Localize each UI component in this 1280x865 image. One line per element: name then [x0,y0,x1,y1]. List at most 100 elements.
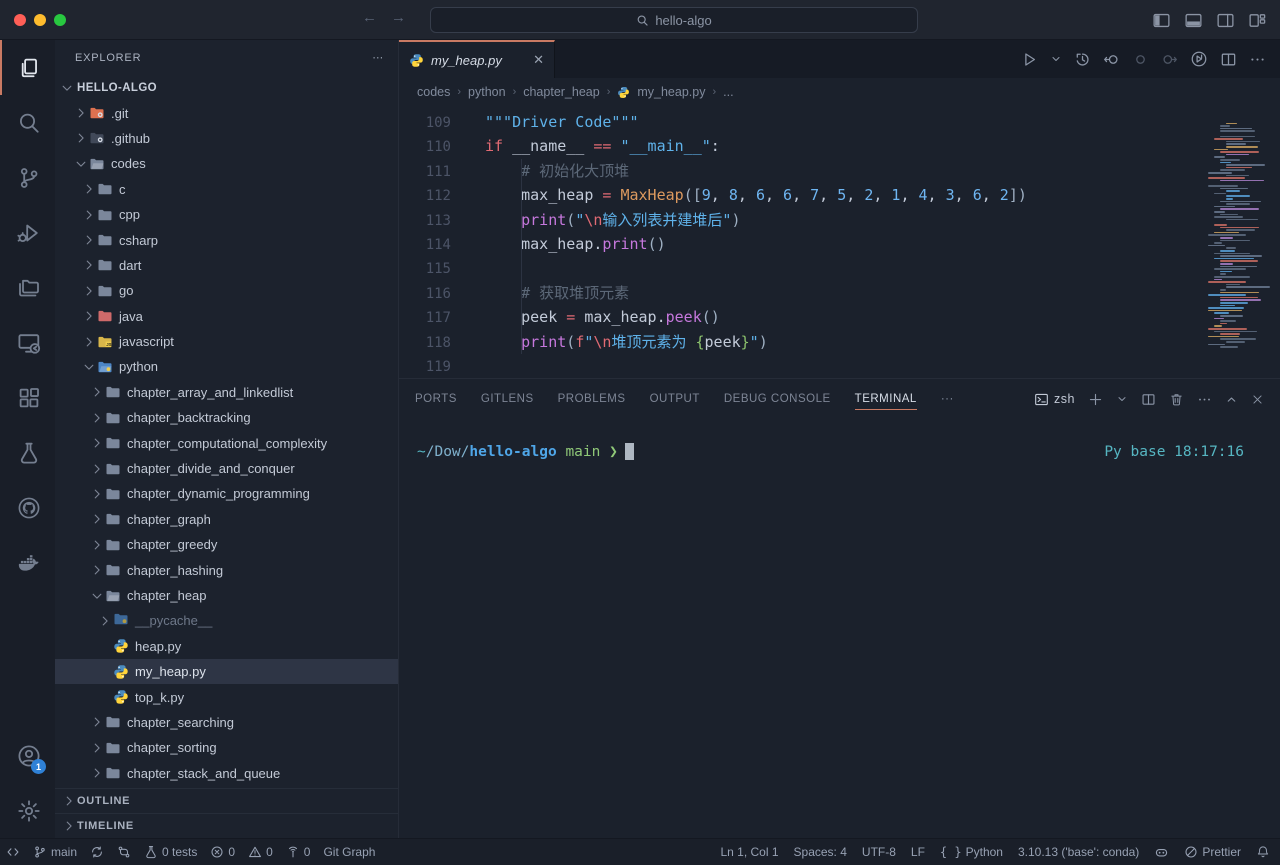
tree-item-c[interactable]: c [55,177,398,202]
tree-item-go[interactable]: go [55,278,398,303]
panel-more-tabs-icon[interactable]: ··· [941,393,954,405]
history-icon[interactable] [1074,51,1091,68]
explorer-more-actions-icon[interactable]: ⋯ [372,51,384,64]
status-remote-window-icon[interactable] [6,845,20,859]
tree-item-chapter-divide-and-conquer[interactable]: chapter_divide_and_conquer [55,456,398,481]
activity-github-icon[interactable] [0,480,55,535]
tree-item-heap-py[interactable]: heap.py [55,634,398,659]
panel-tab-terminal[interactable]: TERMINAL [855,389,917,410]
terminal-dropdown-icon[interactable] [1116,393,1128,405]
activity-testing-icon[interactable] [0,425,55,480]
nav-forward-arrow-icon[interactable]: → [391,9,406,26]
tree-item-dart[interactable]: dart [55,253,398,278]
tree-item-chapter-greedy[interactable]: chapter_greedy [55,532,398,557]
nav-circle-icon[interactable] [1132,51,1149,68]
activity-accounts-icon[interactable]: 1 [0,728,55,783]
run-button[interactable] [1021,51,1038,68]
tree-item-cpp[interactable]: cpp [55,202,398,227]
activity-search-icon[interactable] [0,95,55,150]
tree-item-chapter-array-and-linkedlist[interactable]: chapter_array_and_linkedlist [55,380,398,405]
sidebar-section-timeline[interactable]: TIMELINE [55,813,398,838]
status-python[interactable]: { }Python [940,845,1003,859]
tab-close-icon[interactable]: ✕ [533,52,544,68]
tree-item-javascript[interactable]: JSjavascript [55,329,398,354]
activity-extensions-icon[interactable] [0,370,55,425]
terminal-more-icon[interactable] [1197,392,1212,407]
breadcrumb-item[interactable]: codes [417,85,450,99]
close-window-button[interactable] [14,14,26,26]
activity-docker-icon[interactable] [0,535,55,590]
activity-project-manager-icon[interactable] [0,260,55,315]
activity-settings-gear-icon[interactable] [0,783,55,838]
status-lf[interactable]: LF [911,845,925,859]
breadcrumb-item[interactable]: chapter_heap [523,85,599,99]
tree-item-chapter-searching[interactable]: chapter_searching [55,710,398,735]
tree-item-chapter-graph[interactable]: chapter_graph [55,507,398,532]
tree-item--pycache-[interactable]: __pycache__ [55,608,398,633]
run-dropdown-icon[interactable] [1050,53,1062,65]
toggle-panel-icon[interactable] [1182,9,1204,31]
split-editor-icon[interactable] [1220,51,1237,68]
run-below-icon[interactable] [1190,50,1208,68]
status-prettier[interactable]: Prettier [1184,845,1241,859]
tree-item-chapter-backtracking[interactable]: chapter_backtracking [55,405,398,430]
panel-tab-gitlens[interactable]: GITLENS [481,389,534,410]
status-copilot-icon[interactable] [1154,845,1169,860]
status-utf-8[interactable]: UTF-8 [862,845,896,859]
close-panel-icon[interactable] [1251,393,1264,406]
tree-item-hello-algo[interactable]: HELLO-ALGO [55,75,398,100]
activity-explorer-icon[interactable] [0,40,55,95]
tree-item-top-k-py[interactable]: top_k.py [55,684,398,709]
tab-my-heap[interactable]: my_heap.py ✕ [399,40,555,78]
tree-item-codes[interactable]: codes [55,151,398,176]
status-0[interactable]: 0 [248,845,273,859]
new-terminal-icon[interactable] [1088,392,1103,407]
tree-item-java[interactable]: java [55,304,398,329]
tree-item-chapter-stack-and-queue[interactable]: chapter_stack_and_queue [55,761,398,786]
tree-item-python[interactable]: python [55,354,398,379]
maximize-panel-icon[interactable] [1225,393,1238,406]
customize-layout-icon[interactable] [1246,9,1268,31]
status-sync-icon[interactable] [90,845,104,859]
activity-source-control-icon[interactable] [0,150,55,205]
minimize-window-button[interactable] [34,14,46,26]
tree-item-chapter-hashing[interactable]: chapter_hashing [55,557,398,582]
status-3-10-13-base-conda-[interactable]: 3.10.13 ('base': conda) [1018,845,1139,859]
tree-item-chapter-dynamic-programming[interactable]: chapter_dynamic_programming [55,481,398,506]
toggle-secondary-sidebar-icon[interactable] [1214,9,1236,31]
tree-item-chapter-sorting[interactable]: chapter_sorting [55,735,398,760]
toggle-primary-sidebar-icon[interactable] [1150,9,1172,31]
command-center-search[interactable]: hello-algo [430,7,918,33]
sidebar-section-outline[interactable]: OUTLINE [55,788,398,813]
status-0[interactable]: 0 [210,845,235,859]
tree-item-chapter-computational-complexity[interactable]: chapter_computational_complexity [55,430,398,455]
more-actions-icon[interactable] [1249,51,1266,68]
status-bell-icon[interactable] [1256,845,1270,859]
status-spaces-4[interactable]: Spaces: 4 [794,845,847,859]
kill-terminal-icon[interactable] [1169,392,1184,407]
breadcrumb-item[interactable]: python [468,85,506,99]
panel-tab-ports[interactable]: PORTS [415,389,457,410]
breadcrumb-item[interactable]: my_heap.py [637,85,705,99]
panel-tab-debug-console[interactable]: DEBUG CONSOLE [724,389,831,410]
panel-tab-problems[interactable]: PROBLEMS [558,389,626,410]
shell-selector[interactable]: zsh [1034,392,1075,407]
terminal-body[interactable]: ~/Dow/hello-algo main ❯ Py base 18:17:16 [399,419,1280,838]
minimap[interactable] [1200,106,1280,378]
nav-back-arrow-icon[interactable]: ← [362,9,377,26]
tree-item-csharp[interactable]: csharp [55,227,398,252]
activity-remote-explorer-icon[interactable] [0,315,55,370]
tree-item-my-heap-py[interactable]: my_heap.py [55,659,398,684]
nav-forward-icon[interactable] [1161,51,1178,68]
breadcrumb-symbol[interactable]: ... [723,85,733,99]
status-ln-1-col-1[interactable]: Ln 1, Col 1 [720,845,778,859]
nav-back-icon[interactable] [1103,51,1120,68]
tree-item-chapter-heap[interactable]: chapter_heap [55,583,398,608]
zoom-window-button[interactable] [54,14,66,26]
status-git-graph[interactable]: Git Graph [323,845,375,859]
status-0[interactable]: 0 [286,845,311,859]
activity-run-debug-icon[interactable] [0,205,55,260]
tree-item--github[interactable]: .github [55,126,398,151]
status-gitlens-compare-icon[interactable] [117,845,131,859]
panel-tab-output[interactable]: OUTPUT [650,389,700,410]
